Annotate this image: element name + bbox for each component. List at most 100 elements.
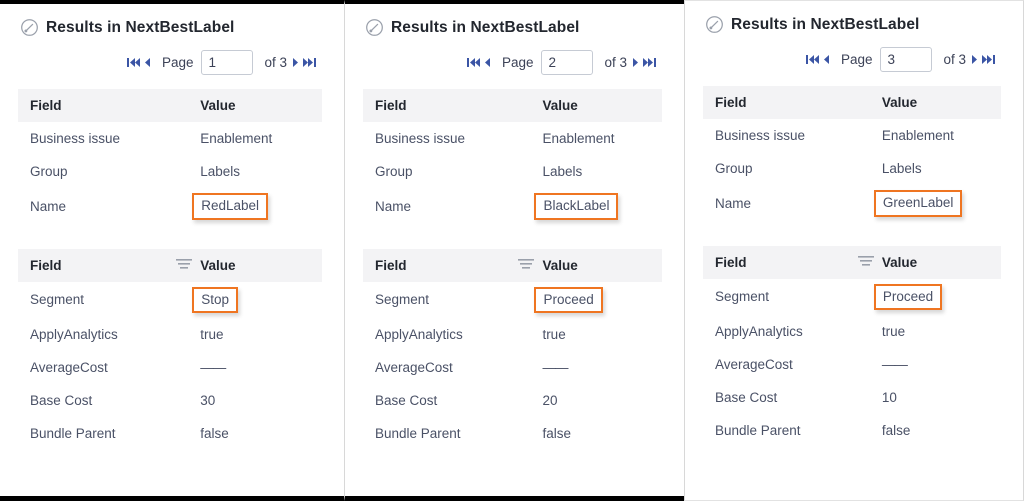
gauge-icon: [705, 15, 724, 34]
table-header-row: Field Value: [363, 89, 662, 122]
prev-page-icon[interactable]: [144, 57, 150, 68]
cell-field: Bundle Parent: [18, 417, 189, 451]
table-header-row: Field Value: [703, 245, 1001, 279]
cell-field: Bundle Parent: [703, 414, 870, 448]
cell-value: false: [869, 414, 1001, 448]
table-row: Segment Proceed: [703, 278, 1001, 316]
first-page-icon[interactable]: [126, 57, 140, 68]
highlight-box: RedLabel: [192, 193, 269, 220]
cell-field: Name: [18, 188, 189, 225]
cell-value: RedLabel: [188, 188, 322, 225]
bottom-table: Field: [703, 245, 1001, 448]
table-row: Group Labels: [703, 152, 1001, 185]
table-header-row: Field Value: [703, 86, 1001, 119]
page-number-input[interactable]: [541, 50, 594, 75]
cell-value: GreenLabel: [869, 185, 1001, 222]
cell-value: false: [188, 417, 322, 451]
last-page-icon[interactable]: [982, 54, 995, 65]
page-number-input[interactable]: [880, 47, 933, 72]
column-header-field[interactable]: Field: [18, 248, 189, 282]
prev-page-icon[interactable]: [484, 57, 490, 68]
cell-value: ——: [188, 351, 322, 385]
table-row: Segment Stop: [18, 281, 322, 319]
table-row: ApplyAnalytics true: [363, 318, 662, 352]
highlight-box: BlackLabel: [534, 193, 619, 220]
cell-value: Proceed: [869, 278, 1001, 316]
cell-value: Labels: [530, 155, 662, 188]
next-page-icon[interactable]: [633, 57, 639, 68]
cell-value: false: [530, 417, 662, 451]
prev-page-icon[interactable]: [823, 54, 829, 65]
filter-icon[interactable]: [857, 255, 874, 269]
table-header-row: Field Value: [18, 248, 322, 282]
column-header-field[interactable]: Field: [703, 245, 870, 279]
table-row: Name BlackLabel: [363, 188, 662, 225]
column-header-value[interactable]: Value: [530, 89, 662, 122]
page-number-input[interactable]: [201, 50, 254, 75]
page-total-label: of 3: [943, 52, 966, 67]
table-row: Base Cost 10: [703, 381, 1001, 415]
bottom-table: Field: [18, 248, 322, 451]
cell-value: Proceed: [530, 281, 662, 319]
column-header-field[interactable]: Field: [18, 89, 189, 122]
column-header-value[interactable]: Value: [869, 86, 1001, 119]
cell-field: Base Cost: [363, 384, 531, 418]
cell-value: 30: [188, 384, 322, 418]
column-header-field[interactable]: Field: [703, 86, 870, 119]
cell-field: Business issue: [363, 122, 531, 155]
table-row: AverageCost ——: [703, 348, 1001, 382]
table-row: Group Labels: [363, 155, 662, 188]
cell-field: Group: [363, 155, 531, 188]
first-page-icon[interactable]: [805, 54, 819, 65]
last-page-icon[interactable]: [643, 57, 656, 68]
panel-title: Results in NextBestLabel: [391, 18, 580, 36]
page-total-label: of 3: [264, 55, 287, 70]
cell-field: Group: [18, 155, 189, 188]
column-header-value[interactable]: Value: [857, 245, 1001, 279]
first-page-icon[interactable]: [466, 57, 480, 68]
table-row: Name GreenLabel: [703, 185, 1001, 222]
table-header-row: Field Value: [363, 248, 662, 282]
table-header-row: Field Value: [18, 89, 322, 122]
top-table: Field Value Business issue Enablement Gr…: [703, 86, 1001, 222]
column-header-field[interactable]: Field: [363, 89, 531, 122]
table-row: Business issue Enablement: [363, 122, 662, 155]
cell-field: Name: [703, 185, 870, 222]
cell-field: ApplyAnalytics: [18, 318, 189, 352]
next-page-icon[interactable]: [972, 54, 978, 65]
cell-field: Business issue: [18, 122, 189, 155]
table-row: ApplyAnalytics true: [703, 315, 1001, 349]
cell-field: Group: [703, 152, 870, 185]
cell-value: Labels: [188, 155, 322, 188]
table-row: Segment Proceed: [363, 281, 662, 319]
cell-value: Enablement: [188, 122, 322, 155]
next-page-icon[interactable]: [293, 57, 299, 68]
filter-icon[interactable]: [176, 258, 193, 272]
column-header-value[interactable]: Value: [188, 89, 322, 122]
page-label: Page: [840, 52, 873, 67]
page-label: Page: [501, 55, 534, 70]
gauge-icon: [365, 18, 384, 37]
table-row: Name RedLabel: [18, 188, 322, 225]
column-header-value-label: Value: [200, 257, 236, 273]
page-label: Page: [161, 55, 194, 70]
top-table: Field Value Business issue Enablement Gr…: [18, 89, 322, 225]
cell-value: true: [869, 315, 1001, 349]
panel-header: Results in NextBestLabel: [365, 18, 662, 37]
last-page-icon[interactable]: [303, 57, 316, 68]
bottom-table: Field: [363, 248, 662, 451]
table-row: Business issue Enablement: [18, 122, 322, 155]
cell-value: true: [530, 318, 662, 352]
column-header-value[interactable]: Value: [518, 248, 662, 282]
cell-value: Labels: [869, 152, 1001, 185]
cell-field: ApplyAnalytics: [363, 318, 531, 352]
results-panel: Results in NextBestLabel Page of 3: [684, 0, 1024, 501]
filter-icon[interactable]: [518, 258, 535, 272]
column-header-field[interactable]: Field: [363, 248, 531, 282]
table-row: AverageCost ——: [18, 351, 322, 385]
results-panels-container: Results in NextBestLabel Page of 3: [0, 0, 1024, 501]
highlight-box: Stop: [192, 286, 239, 314]
cell-value: BlackLabel: [530, 188, 662, 225]
column-header-value[interactable]: Value: [176, 248, 322, 282]
cell-field: ApplyAnalytics: [703, 315, 870, 349]
